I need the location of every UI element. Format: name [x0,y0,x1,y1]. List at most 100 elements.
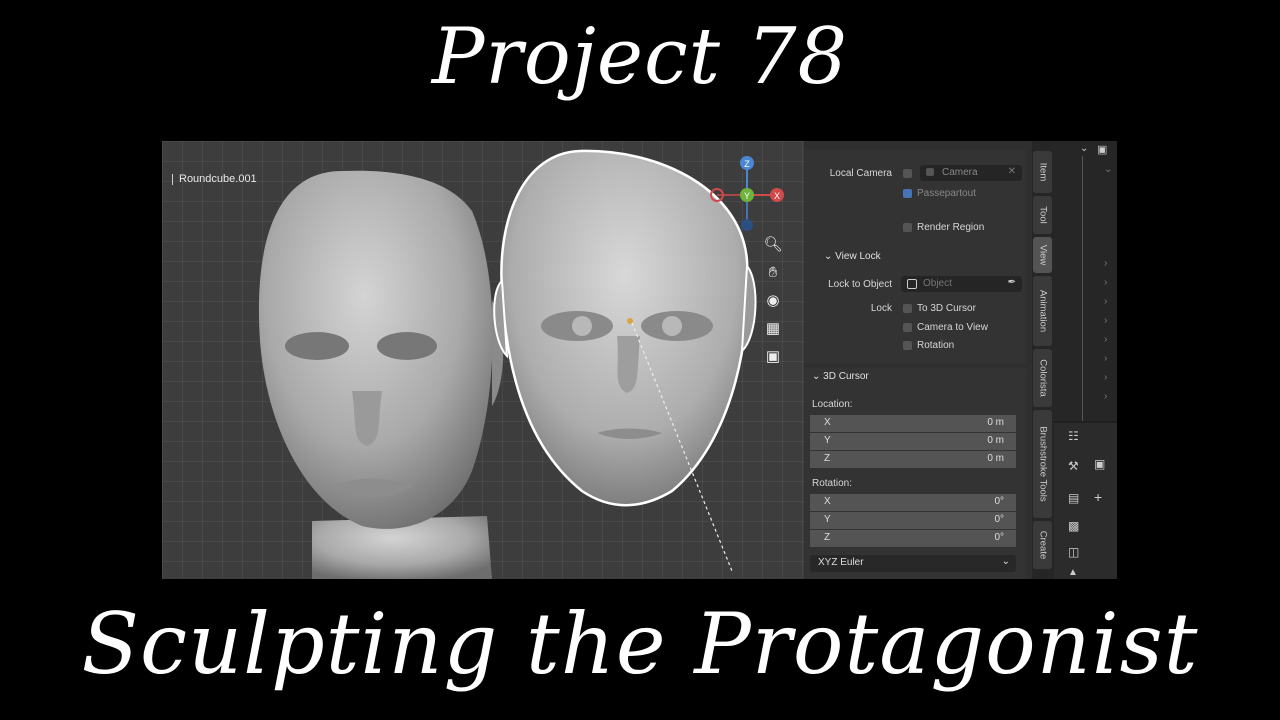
tab-brushstroke-tools[interactable]: Brushstroke Tools [1033,410,1052,518]
camera-icon[interactable]: ◉ [762,290,784,312]
right-head-model[interactable] [493,149,757,572]
chevron-down-icon: ⌄ [1001,556,1010,567]
collection-icon[interactable]: ▣ [1097,143,1107,156]
rotation-mode-value: XYZ Euler [818,557,864,568]
render-icon[interactable]: ▤ [1068,491,1079,505]
clear-camera-icon[interactable]: ✕ [1008,166,1016,177]
axis-label: X [824,496,831,507]
field-value: 0° [994,532,1004,543]
sidebar-properties: Local Camera Camera ✕ Passepartout Rende… [804,141,1032,579]
location-label: Location: [812,399,853,410]
bottom-title: Sculpting the Protagonist [81,595,1199,693]
field-value: 0° [994,496,1004,507]
outliner-tree[interactable] [1054,141,1117,421]
passepartout-label: Passepartout [917,188,976,199]
rotation-lock-label: Rotation [917,340,955,351]
object-placeholder: Object [923,278,952,289]
axis-label: Y [824,514,831,525]
sculpt-scene: Z X Y [258,149,784,579]
camera-field-icon [926,168,934,176]
grid-icon[interactable]: ▦ [762,318,784,340]
chevron-right-icon[interactable]: › [1104,315,1107,326]
top-title: Project 78 [431,12,849,102]
eyedropper-icon[interactable]: ✒ [1008,277,1016,288]
gizmo-y-label: Y [744,191,750,201]
render-region-label: Render Region [917,222,985,233]
camera-to-view-checkbox[interactable] [903,323,912,332]
lock-to-object-label: Lock to Object [828,279,892,290]
render-region-checkbox[interactable] [903,223,912,232]
hand-pan-icon[interactable]: ✋︎ [762,262,784,284]
tab-view[interactable]: View [1033,237,1052,273]
chevron-right-icon[interactable]: › [1104,258,1107,269]
expand-icon[interactable]: ▣ [1094,457,1105,471]
chevron-right-icon[interactable]: › [1104,296,1107,307]
outliner-line [1082,156,1083,421]
chevron-down-icon[interactable]: ⌄ [1104,164,1112,175]
left-head-model[interactable] [258,170,504,579]
tab-label: Tool [1037,206,1048,224]
rotation-section-label: Rotation: [812,478,853,489]
frame-icon[interactable]: ▣ [762,346,784,368]
chevron-right-icon[interactable]: › [1104,391,1107,402]
tab-label: Animation [1037,289,1048,333]
rotation-lock-checkbox[interactable] [903,341,912,350]
to-3d-cursor-label: To 3D Cursor [917,303,976,314]
axis-label: Z [824,453,831,464]
chevron-right-icon[interactable]: › [1104,277,1107,288]
outliner-strip: ⌄ ▣ ⌄ › › › › › › › › ☷ ⚒ ▣ ▤ + ▩ ◫ ▲ [1054,141,1117,579]
tab-create[interactable]: Create [1033,521,1052,569]
tab-colorista[interactable]: Colorista [1033,349,1052,407]
blender-screenshot: Roundcube.001 Z X Y 🔍︎ ✋︎ ◉ ▦ ▣ Local Ca… [162,141,1117,579]
lock-object-field[interactable]: Object ✒ [901,276,1022,292]
field-value: 0 m [987,435,1004,446]
view-lock-header[interactable]: ⌄ View Lock [824,251,881,262]
location-z-field[interactable]: Z 0 m [810,451,1016,468]
view-layer-icon[interactable]: ◫ [1068,545,1079,559]
add-icon[interactable]: + [1094,489,1102,505]
camera-field-value: Camera [942,167,978,178]
camera-to-view-label: Camera to View [917,322,988,333]
field-value: 0 m [987,417,1004,428]
3d-viewport[interactable]: Roundcube.001 Z X Y 🔍︎ ✋︎ ◉ ▦ ▣ [162,141,804,579]
camera-field[interactable]: Camera ✕ [920,165,1022,181]
passepartout-checkbox[interactable] [903,189,912,198]
rotation-y-field[interactable]: Y 0° [810,512,1016,529]
axis-label: X [824,417,831,428]
rotation-z-field[interactable]: Z 0° [810,530,1016,547]
rotation-x-field[interactable]: X 0° [810,494,1016,511]
gizmo-z-label: Z [744,159,750,169]
lock-label: Lock [870,303,892,314]
3d-cursor-title: 3D Cursor [823,371,869,382]
chevron-down-icon: ⌄ [824,251,833,262]
sidebar-tabs: Item Tool View Animation Colorista Brush… [1032,141,1054,579]
tab-item[interactable]: Item [1033,151,1052,193]
location-y-field[interactable]: Y 0 m [810,433,1016,450]
editor-type-icon[interactable]: ☷ [1068,429,1079,443]
rotation-mode-dropdown[interactable]: XYZ Euler ⌄ [810,555,1016,572]
tab-label: Create [1037,530,1048,560]
tab-animation[interactable]: Animation [1033,276,1052,346]
field-value: 0° [994,514,1004,525]
tab-tool[interactable]: Tool [1033,196,1052,234]
axis-label: Y [824,435,831,446]
3d-cursor-header[interactable]: ⌄ 3D Cursor [812,371,869,382]
tab-label: Item [1037,162,1048,182]
tool-settings-icon[interactable]: ⚒ [1068,459,1079,473]
properties-editor [1054,423,1117,579]
output-icon[interactable]: ▩ [1068,519,1079,533]
chevron-right-icon[interactable]: › [1104,353,1107,364]
location-x-field[interactable]: X 0 m [810,415,1016,432]
filter-icon[interactable]: ⌄ [1080,143,1088,154]
local-camera-checkbox[interactable] [903,169,912,178]
tab-label: Colorista [1037,359,1048,397]
chevron-right-icon[interactable]: › [1104,372,1107,383]
tab-label: Brushstroke Tools [1037,426,1048,502]
scene-icon[interactable]: ▲ [1068,567,1078,578]
view-lock-title: View Lock [835,251,881,262]
zoom-icon[interactable]: 🔍︎ [762,234,784,256]
chevron-down-icon: ⌄ [812,371,821,382]
local-camera-label: Local Camera [829,168,892,179]
chevron-right-icon[interactable]: › [1104,334,1107,345]
to-3d-cursor-checkbox[interactable] [903,304,912,313]
